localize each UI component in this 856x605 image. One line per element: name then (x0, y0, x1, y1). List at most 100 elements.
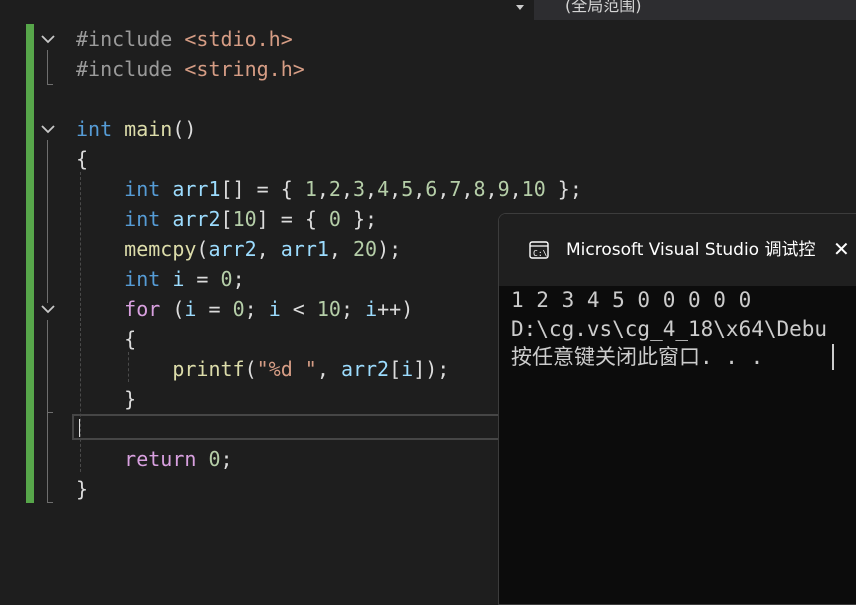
code-token: #include (76, 57, 185, 81)
scope-dropdown-label: (全局范围) (565, 0, 642, 15)
code-line[interactable]: #include <string.h> (76, 54, 305, 84)
fold-range-end (47, 84, 53, 85)
code-token: , (509, 177, 522, 201)
chevron-down-icon[interactable] (512, 0, 528, 18)
code-token: ; (340, 297, 366, 321)
code-token: 0 (220, 267, 233, 291)
fold-range-end (47, 502, 53, 503)
code-token: 20 (353, 237, 378, 261)
code-token: i (268, 297, 281, 321)
console-output-line: 1 2 3 4 5 0 0 0 0 0 (511, 288, 752, 312)
code-token: , (485, 177, 498, 201)
code-line[interactable]: return 0; (76, 444, 232, 474)
code-token: 0 (328, 207, 341, 231)
code-line[interactable]: #include <stdio.h> (76, 24, 293, 54)
code-line[interactable]: printf("%d ", arr2[i]); (76, 354, 449, 384)
code-line[interactable]: memcpy(arr2, arr1, 20); (76, 234, 401, 264)
fold-chevron-icon[interactable] (40, 31, 56, 47)
code-line[interactable]: { (76, 324, 136, 354)
code-token: ( (244, 357, 257, 381)
code-token: , (340, 177, 353, 201)
code-token: , (413, 177, 426, 201)
code-token: , (316, 177, 329, 201)
code-token: }; (340, 207, 378, 231)
code-token: , (461, 177, 474, 201)
text-caret (79, 419, 80, 437)
code-token: 10 (232, 207, 257, 231)
console-caret (832, 344, 834, 370)
code-token: i (172, 267, 185, 291)
code-token: 0 (232, 297, 245, 321)
code-token: ]); (413, 357, 450, 381)
code-line[interactable]: int arr2[10] = { 0 }; (76, 204, 377, 234)
code-token: } (76, 477, 89, 501)
code-token: 10 (521, 177, 546, 201)
code-token: arr2 (208, 237, 257, 261)
code-token: ; (244, 297, 269, 321)
code-token: , (437, 177, 450, 201)
debug-console-window[interactable]: C:\ Microsoft Visual Studio 调试控 ✕ 1 2 3 … (498, 213, 856, 605)
code-token: int (124, 207, 161, 231)
code-line[interactable]: int main() (76, 114, 196, 144)
code-line[interactable]: for (i = 0; i < 10; i++) (76, 294, 413, 324)
code-line[interactable]: int i = 0; (76, 264, 245, 294)
close-icon[interactable]: ✕ (833, 236, 850, 262)
code-token: 0 (208, 447, 221, 471)
console-titlebar[interactable]: C:\ Microsoft Visual Studio 调试控 ✕ (499, 214, 856, 286)
code-token: arr1 (172, 177, 221, 201)
code-token: for (124, 297, 161, 321)
code-token: int (124, 267, 161, 291)
code-token: ; (232, 267, 245, 291)
code-token: ( (196, 237, 209, 261)
svg-text:C:\: C:\ (533, 249, 548, 258)
code-token: 2 (328, 177, 341, 201)
code-token: i (184, 297, 197, 321)
code-token: [ (220, 207, 233, 231)
code-token: int (76, 117, 113, 141)
code-token: , (365, 177, 378, 201)
code-line[interactable]: } (76, 474, 88, 504)
code-token: <string.h> (184, 57, 305, 81)
code-token: i (365, 297, 378, 321)
fold-range-line (47, 320, 48, 412)
code-token: <stdio.h> (184, 27, 293, 51)
code-token: }; (545, 177, 582, 201)
code-line[interactable]: } (76, 384, 136, 414)
console-output-line: D:\cg.vs\cg_4_18\x64\Debu (511, 317, 828, 341)
console-title: Microsoft Visual Studio 调试控 (566, 240, 816, 260)
code-line[interactable]: { (76, 144, 88, 174)
code-token: 1 (304, 177, 317, 201)
fold-chevron-icon[interactable] (40, 301, 56, 317)
code-token: 10 (316, 297, 341, 321)
code-token: "%d " (256, 357, 317, 381)
code-token: () (172, 117, 197, 141)
code-line[interactable]: int arr1[] = { 1,2,3,4,5,6,7,8,9,10 }; (76, 174, 582, 204)
code-token: 3 (353, 177, 366, 201)
code-token: 7 (449, 177, 462, 201)
code-token: < (280, 297, 317, 321)
code-token: main (124, 117, 173, 141)
code-token: #include (76, 27, 185, 51)
console-output-line: 按任意键关闭此窗口. . . (511, 345, 764, 369)
code-token: , (389, 177, 402, 201)
code-token: 4 (377, 177, 390, 201)
fold-range-line (47, 140, 48, 303)
code-token: return (124, 447, 197, 471)
console-icon: C:\ (529, 241, 549, 259)
fold-range-line (47, 50, 48, 84)
code-token: 5 (401, 177, 414, 201)
code-token: arr1 (280, 237, 329, 261)
code-token: 8 (473, 177, 486, 201)
change-tracking-bar (26, 24, 34, 503)
fold-chevron-icon[interactable] (40, 121, 56, 137)
code-token: { (76, 327, 137, 351)
code-token: { (76, 147, 89, 171)
